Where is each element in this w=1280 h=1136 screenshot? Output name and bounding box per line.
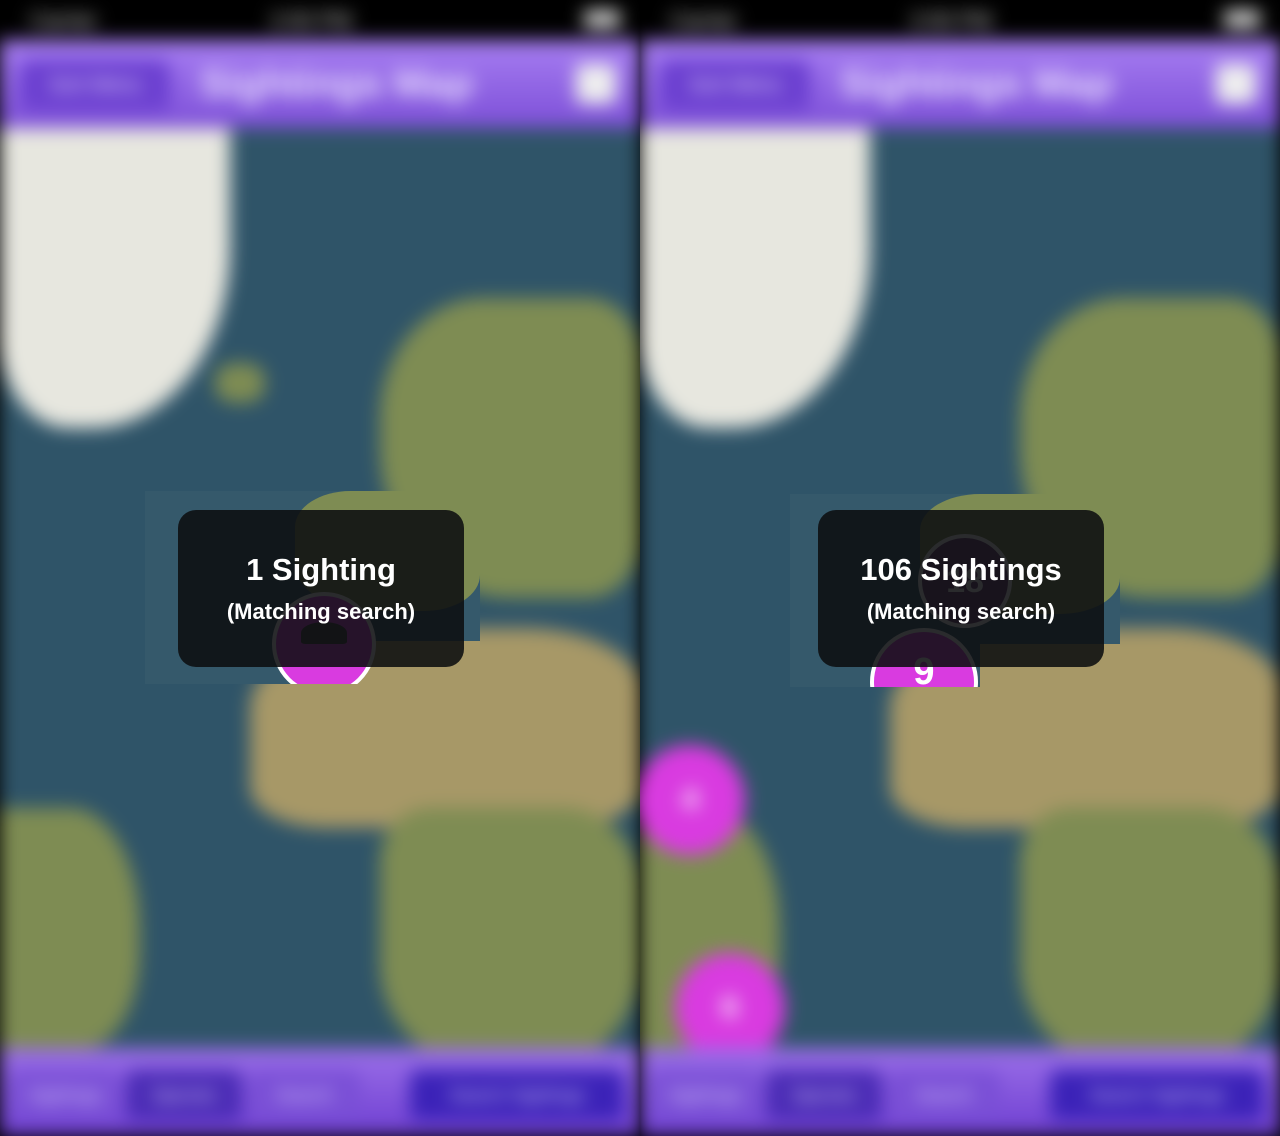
uk-landmass bbox=[215, 363, 265, 403]
screenshot-stage: Carrier 2:00 PM Sort Menu Sightings Map bbox=[0, 0, 1280, 1136]
central-africa-landmass bbox=[1020, 808, 1280, 1068]
page-title: Sightings Map bbox=[200, 62, 474, 106]
page-title: Sightings Map bbox=[840, 62, 1114, 106]
status-bar: Carrier 2:00 PM bbox=[0, 0, 640, 40]
sighting-cluster[interactable]: 4 bbox=[640, 745, 745, 855]
sightings-count-hud: 1 Sighting (Matching search) bbox=[178, 510, 464, 667]
share-icon[interactable] bbox=[1216, 64, 1256, 104]
toolbar-sightings-button[interactable]: Sightings bbox=[10, 1070, 120, 1120]
toolbar-species-button[interactable]: Species bbox=[766, 1070, 882, 1120]
south-america-landmass bbox=[0, 808, 140, 1048]
toolbar-search-button[interactable]: Search bbox=[248, 1070, 360, 1120]
carrier-label: Carrier bbox=[670, 8, 738, 33]
sightings-count: 106 Sightings bbox=[860, 552, 1062, 587]
navigation-bar: Sort Menu Sightings Map bbox=[0, 40, 640, 128]
bottom-toolbar: Sightings Species Search Search Sighting… bbox=[0, 1048, 640, 1136]
greenland-landmass bbox=[640, 128, 870, 428]
bottom-toolbar: Sightings Species Search Search Sighting… bbox=[640, 1048, 1280, 1136]
sighting-cluster[interactable]: 6 bbox=[675, 953, 785, 1063]
sightings-count-hud: 106 Sightings (Matching search) bbox=[818, 510, 1104, 667]
central-africa-landmass bbox=[380, 808, 640, 1068]
carrier-label: Carrier bbox=[30, 8, 98, 33]
sort-menu-button[interactable]: Sort Menu bbox=[660, 60, 810, 110]
screen-right: Carrier 2:00 PM Sort Menu Sightings Map … bbox=[640, 0, 1280, 1136]
battery-icon bbox=[1224, 10, 1260, 28]
search-sightings-button[interactable]: Search Sightings bbox=[410, 1070, 624, 1120]
status-bar: Carrier 2:00 PM bbox=[640, 0, 1280, 40]
toolbar-search-button[interactable]: Search bbox=[888, 1070, 1000, 1120]
toolbar-sightings-button[interactable]: Sightings bbox=[650, 1070, 760, 1120]
greenland-landmass bbox=[0, 128, 230, 428]
matching-search-label: (Matching search) bbox=[226, 599, 416, 624]
toolbar-species-button[interactable]: Species bbox=[126, 1070, 242, 1120]
sort-menu-button[interactable]: Sort Menu bbox=[20, 60, 170, 110]
clock-label: 2:00 PM bbox=[270, 8, 352, 33]
search-sightings-button[interactable]: Search Sightings bbox=[1050, 1070, 1264, 1120]
screen-left: Carrier 2:00 PM Sort Menu Sightings Map bbox=[0, 0, 640, 1136]
matching-search-label: (Matching search) bbox=[866, 599, 1056, 624]
sightings-count: 1 Sighting bbox=[246, 552, 396, 587]
clock-label: 2:00 PM bbox=[910, 8, 992, 33]
share-icon[interactable] bbox=[576, 64, 616, 104]
battery-icon bbox=[584, 10, 620, 28]
navigation-bar: Sort Menu Sightings Map bbox=[640, 40, 1280, 128]
